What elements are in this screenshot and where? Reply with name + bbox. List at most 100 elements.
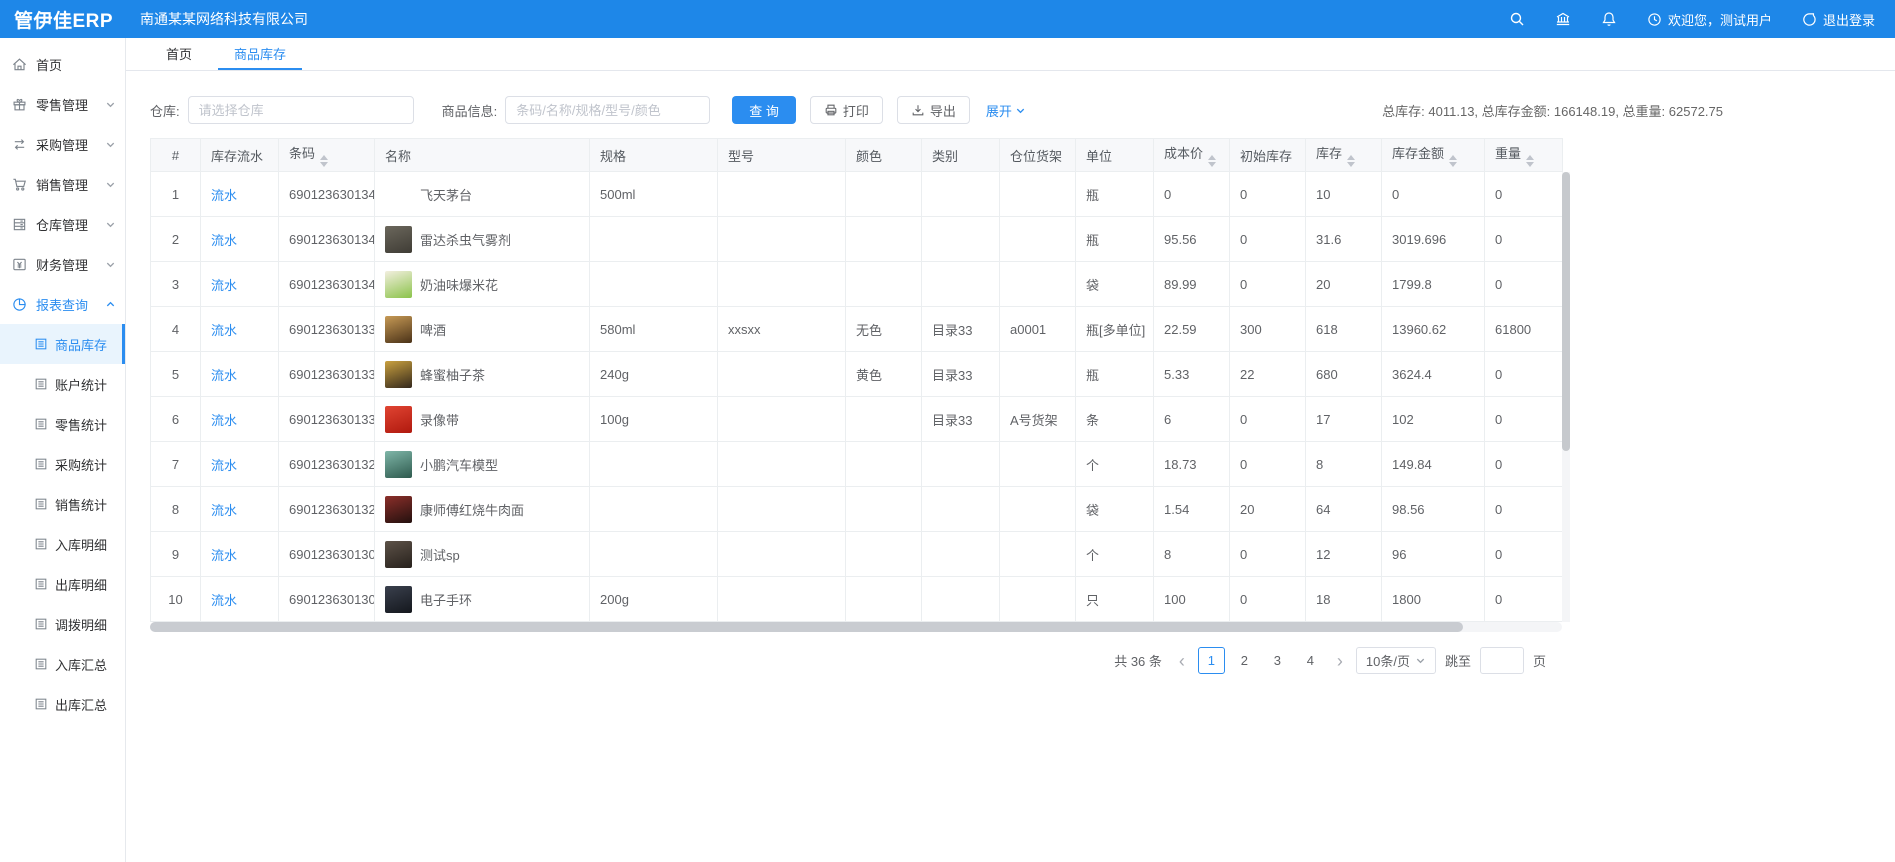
sidebar: 首页零售管理采购管理销售管理仓库管理财务管理报表查询商品库存账户统计零售统计采购…: [0, 38, 126, 862]
flow-link[interactable]: 流水: [211, 188, 237, 203]
cell-model: [718, 217, 846, 262]
horizontal-scrollbar[interactable]: [150, 622, 1562, 632]
sidebar-item-label: 出库明细: [55, 575, 107, 594]
cell-shelf: A号货架: [1000, 397, 1076, 442]
sidebar-item-purchase[interactable]: 采购管理: [0, 124, 125, 164]
retail-icon: [12, 96, 28, 112]
search-icon[interactable]: [1509, 11, 1525, 27]
logout-text: 退出登录: [1823, 10, 1875, 29]
sidebar-item-transfer-detail[interactable]: 调拨明细: [0, 604, 125, 644]
sidebar-item-purchase-stats[interactable]: 采购统计: [0, 444, 125, 484]
product-info-input[interactable]: [505, 96, 710, 124]
cell-category: [922, 577, 1000, 622]
page-size-select[interactable]: 10条/页: [1356, 647, 1436, 674]
product-thumbnail: [385, 361, 412, 388]
sidebar-item-reports[interactable]: 报表查询: [0, 284, 125, 324]
app-logo: 管伊佳ERP: [0, 6, 128, 33]
doc-icon: [34, 377, 48, 391]
flow-link[interactable]: 流水: [211, 233, 237, 248]
flow-link[interactable]: 流水: [211, 593, 237, 608]
logout-button[interactable]: 退出登录: [1802, 10, 1875, 29]
chevron-down-icon: [105, 139, 116, 150]
cell-barcode: 6901236301340: [279, 262, 375, 307]
sidebar-item-inbound-detail[interactable]: 入库明细: [0, 524, 125, 564]
sort-carets-icon[interactable]: [1449, 155, 1457, 167]
sidebar-item-label: 调拨明细: [55, 615, 107, 634]
cell-unit: 条: [1076, 397, 1154, 442]
cell-index: 9: [151, 532, 201, 577]
sidebar-item-home[interactable]: 首页: [0, 44, 125, 84]
column-header-stock_amount[interactable]: 库存金额: [1382, 139, 1485, 172]
tab-product-stock[interactable]: 商品库存: [218, 38, 302, 70]
column-label: 规格: [600, 149, 626, 164]
flow-link[interactable]: 流水: [211, 548, 237, 563]
bank-icon[interactable]: [1555, 11, 1571, 27]
column-header-weight[interactable]: 重量: [1485, 139, 1563, 172]
sidebar-item-sales[interactable]: 销售管理: [0, 164, 125, 204]
cell-initial_stock: 0: [1230, 532, 1306, 577]
vertical-scrollbar-thumb[interactable]: [1562, 172, 1570, 451]
expand-link[interactable]: 展开: [986, 101, 1026, 120]
sidebar-item-inbound-summary[interactable]: 入库汇总: [0, 644, 125, 684]
export-button[interactable]: 导出: [897, 96, 970, 124]
tab-home[interactable]: 首页: [150, 38, 208, 70]
sidebar-item-outbound-detail[interactable]: 出库明细: [0, 564, 125, 604]
sort-carets-icon[interactable]: [320, 155, 328, 167]
warehouse-select[interactable]: [188, 96, 414, 124]
flow-link[interactable]: 流水: [211, 458, 237, 473]
cell-barcode: 6901236301338: [279, 307, 375, 352]
vertical-scrollbar[interactable]: [1562, 172, 1570, 622]
sort-carets-icon[interactable]: [1526, 155, 1534, 167]
jump-page-input[interactable]: [1480, 647, 1524, 674]
pagination-page-4[interactable]: 4: [1297, 647, 1324, 674]
product-name: 啤酒: [420, 320, 446, 339]
cell-category: [922, 172, 1000, 217]
cell-name: 蜂蜜柚子茶: [375, 352, 590, 397]
column-header-cost[interactable]: 成本价: [1154, 139, 1230, 172]
cell-weight: 0: [1485, 397, 1563, 442]
sidebar-item-finance[interactable]: 财务管理: [0, 244, 125, 284]
pagination-page-2[interactable]: 2: [1231, 647, 1258, 674]
search-button[interactable]: 查 询: [732, 96, 796, 124]
cell-stock: 31.6: [1306, 217, 1382, 262]
column-label: 重量: [1495, 146, 1521, 161]
sidebar-item-retail[interactable]: 零售管理: [0, 84, 125, 124]
column-header-barcode[interactable]: 条码: [279, 139, 375, 172]
flow-link[interactable]: 流水: [211, 323, 237, 338]
sidebar-item-warehouse[interactable]: 仓库管理: [0, 204, 125, 244]
sidebar-item-sales-stats[interactable]: 销售统计: [0, 484, 125, 524]
sidebar-item-retail-stats[interactable]: 零售统计: [0, 404, 125, 444]
sort-carets-icon[interactable]: [1347, 155, 1355, 167]
cell-flow: 流水: [201, 532, 279, 577]
pagination-page-1[interactable]: 1: [1198, 647, 1225, 674]
pagination-pages: 1234: [1198, 647, 1324, 674]
flow-link[interactable]: 流水: [211, 368, 237, 383]
jump-label: 跳至: [1445, 651, 1471, 670]
cell-flow: 流水: [201, 442, 279, 487]
cell-unit: 个: [1076, 442, 1154, 487]
flow-link[interactable]: 流水: [211, 503, 237, 518]
cell-weight: 0: [1485, 487, 1563, 532]
print-button[interactable]: 打印: [810, 96, 883, 124]
horizontal-scrollbar-thumb[interactable]: [150, 622, 1463, 632]
sidebar-item-account-stats[interactable]: 账户统计: [0, 364, 125, 404]
product-thumbnail: [385, 586, 412, 613]
cell-stock: 618: [1306, 307, 1382, 352]
pagination-next-button[interactable]: ›: [1333, 652, 1347, 670]
flow-link[interactable]: 流水: [211, 413, 237, 428]
table-row: 2流水6901236301341雷达杀虫气雾剂瓶95.56031.63019.6…: [151, 217, 1563, 262]
bell-icon[interactable]: [1601, 11, 1617, 27]
chevron-up-icon: [105, 299, 116, 310]
pagination-prev-button[interactable]: ‹: [1175, 652, 1189, 670]
column-header-stock[interactable]: 库存: [1306, 139, 1382, 172]
sidebar-item-outbound-summary[interactable]: 出库汇总: [0, 684, 125, 724]
column-label: 型号: [728, 149, 754, 164]
flow-link[interactable]: 流水: [211, 278, 237, 293]
sort-carets-icon[interactable]: [1208, 155, 1216, 167]
cell-name: 测试sp: [375, 532, 590, 577]
welcome-user[interactable]: 欢迎您，测试用户: [1647, 10, 1772, 29]
cell-category: [922, 442, 1000, 487]
cell-flow: 流水: [201, 307, 279, 352]
pagination-page-3[interactable]: 3: [1264, 647, 1291, 674]
sidebar-item-product-stock[interactable]: 商品库存: [0, 324, 125, 364]
